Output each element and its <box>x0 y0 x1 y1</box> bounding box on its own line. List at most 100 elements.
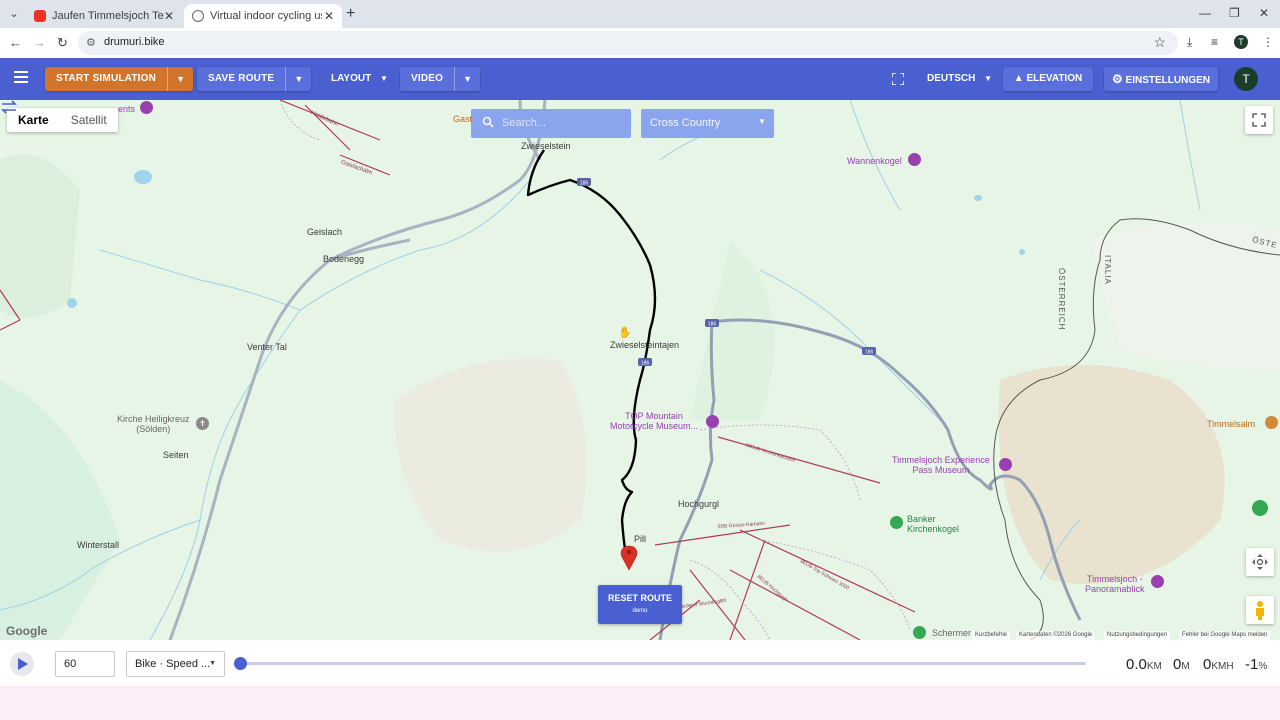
viewpoint-icon[interactable] <box>908 153 921 166</box>
map-search-input[interactable]: Search... <box>471 109 631 138</box>
browser-toolbar: ← → ↻ ⚙ drumuri.bike ☆ ⤓ ≡ T ⋮ <box>0 28 1280 58</box>
route-profile-select[interactable]: Cross Country ▼ <box>641 109 774 138</box>
chevron-down-icon: ▼ <box>758 117 766 126</box>
play-button[interactable] <box>10 652 34 676</box>
video-group: VIDEO ▼ <box>400 67 481 91</box>
search-icon <box>482 116 494 128</box>
route-profile-value: Cross Country <box>650 117 721 129</box>
menu-icon[interactable] <box>14 71 28 83</box>
save-route-group: SAVE ROUTE ▼ <box>197 67 312 91</box>
media-control-icon[interactable]: ≡ <box>1211 35 1218 49</box>
viewpoint-icon[interactable] <box>140 101 153 114</box>
video-button[interactable]: VIDEO <box>400 67 455 91</box>
forward-icon[interactable]: → <box>33 35 46 50</box>
address-bar[interactable]: ⚙ drumuri.bike ☆ <box>78 31 1178 55</box>
park-icon[interactable] <box>913 626 926 639</box>
download-icon[interactable]: ⤓ <box>1187 35 1192 50</box>
poi-label[interactable]: Timmelsjoch Experience Pass Museum <box>892 455 990 475</box>
poi-line: TOP Mountain <box>625 411 683 421</box>
browser-tabstrip: ⌄ Jaufen Timmelsjoch Teil 8 - You ✕ Virt… <box>0 0 1280 28</box>
pegman-button[interactable] <box>1246 596 1274 624</box>
close-tab-icon[interactable]: ✕ <box>324 9 334 23</box>
back-icon[interactable]: ← <box>9 35 22 50</box>
place-label: Zwieselsteintajen <box>610 340 680 350</box>
viewpoint-icon[interactable] <box>1151 575 1164 588</box>
globe-favicon-icon <box>192 10 204 22</box>
settings-button[interactable]: ⚙ EINSTELLUNGEN <box>1104 67 1218 91</box>
poi-line: Timmelsjoch Experience <box>892 455 990 465</box>
map-canvas[interactable]: 186 186 186 186 10EUB Kirchenkarbahn 6SB… <box>0 100 1280 640</box>
poi-label[interactable]: Timmelsalm <box>1207 419 1255 429</box>
reset-route-sub: demo <box>632 608 648 614</box>
mode-select[interactable]: Bike · Speed ... ▼ <box>126 651 225 677</box>
fullscreen-icon[interactable] <box>892 73 904 85</box>
new-tab-icon[interactable]: + <box>346 5 355 23</box>
compass-icon[interactable] <box>1252 500 1268 516</box>
search-placeholder: Search... <box>502 117 547 129</box>
poi-label[interactable]: TOP Mountain Motorcycle Museum... <box>610 411 698 431</box>
browser-tab-title: Jaufen Timmelsjoch Teil 8 - You <box>52 10 164 22</box>
report-error-link[interactable]: Fehler bei Google Maps melden <box>1179 631 1271 640</box>
save-route-button[interactable]: SAVE ROUTE <box>197 67 286 91</box>
museum-icon[interactable] <box>706 415 719 428</box>
terms-link[interactable]: Nutzungsbedingungen <box>1104 631 1171 640</box>
place-label: ents <box>118 104 136 114</box>
power-input[interactable]: 60 <box>55 651 115 677</box>
church-sub: (Sölden) <box>136 424 171 434</box>
poi-label[interactable]: Timmelsjoch - Panoramablick <box>1085 574 1145 594</box>
elevation-button[interactable]: ▲ ELEVATION <box>1003 67 1093 91</box>
layout-menu-button[interactable]: LAYOUT ▼ <box>331 67 388 91</box>
place-label: Zwieselstein <box>521 141 571 151</box>
poi-line: Pass Museum <box>912 465 970 475</box>
poi-label[interactable]: Banker Kirchenkogel <box>907 514 959 534</box>
place-label: Seiten <box>163 450 189 460</box>
browser-menu-icon[interactable]: ⋮ <box>1262 35 1274 49</box>
progress-slider-track[interactable] <box>241 662 1086 665</box>
place-label: Kirche Heiligkreuz (Sölden) <box>117 414 190 434</box>
place-label: Geislach <box>307 227 343 237</box>
start-simulation-group: START SIMULATION ▼ <box>45 67 194 91</box>
site-info-icon[interactable]: ⚙ <box>86 36 96 49</box>
grade-value: -1 <box>1245 656 1259 673</box>
reset-route-button[interactable]: RESET ROUTE demo <box>598 585 682 624</box>
tab-search-chevron-icon[interactable]: ⌄ <box>6 6 22 22</box>
reload-icon[interactable]: ↻ <box>57 35 68 51</box>
keyboard-shortcuts-link[interactable]: Kurzbefehle <box>972 631 1011 640</box>
browser-tab-youtube[interactable]: Jaufen Timmelsjoch Teil 8 - You ✕ <box>26 4 182 28</box>
save-route-dropdown-icon[interactable]: ▼ <box>285 67 312 91</box>
place-label: Hochgurgl <box>678 499 720 509</box>
bookmark-star-icon[interactable]: ☆ <box>1153 34 1166 51</box>
church-icon: ✝ <box>196 417 209 430</box>
start-simulation-dropdown-icon[interactable]: ▼ <box>167 67 194 91</box>
road-shield-label: 186 <box>580 181 589 187</box>
swap-arrows-icon[interactable] <box>0 100 18 114</box>
chevron-down-icon: ▼ <box>209 660 216 667</box>
language-menu-button[interactable]: DEUTSCH ▼ <box>927 67 992 91</box>
minimize-icon[interactable]: — <box>1199 6 1211 20</box>
border-label: ITALIA <box>1103 255 1112 285</box>
poi-line: Kirchenkogel <box>907 524 960 534</box>
road-shield-label: 186 <box>708 322 717 328</box>
elevation-unit: M <box>1181 661 1190 672</box>
restore-icon[interactable]: ❐ <box>1229 6 1240 20</box>
distance-value: 0.0 <box>1126 656 1147 673</box>
museum-icon[interactable] <box>999 458 1012 471</box>
poi-label[interactable]: Wannenkogel <box>847 156 902 166</box>
poi-line: Timmelsjoch - <box>1086 574 1143 584</box>
start-simulation-button[interactable]: START SIMULATION <box>45 67 168 91</box>
browser-profile-avatar[interactable]: T <box>1234 35 1248 49</box>
mode-value: Bike · Speed ... <box>135 658 211 670</box>
browser-tab-active[interactable]: Virtual indoor cycling using str ✕ <box>184 4 342 28</box>
road-shield-label: 186 <box>865 350 874 356</box>
map-camera-control[interactable] <box>1246 548 1274 576</box>
progress-slider-handle[interactable] <box>234 657 247 670</box>
map-type-satellit-button[interactable]: Satellit <box>60 108 118 132</box>
user-avatar[interactable]: T <box>1234 67 1258 91</box>
chevron-down-icon: ▼ <box>984 74 993 83</box>
video-dropdown-icon[interactable]: ▼ <box>454 67 481 91</box>
restaurant-icon[interactable] <box>1265 416 1278 429</box>
close-tab-icon[interactable]: ✕ <box>164 9 174 23</box>
park-icon[interactable] <box>890 516 903 529</box>
map-fullscreen-button[interactable] <box>1245 106 1273 134</box>
window-close-icon[interactable]: ✕ <box>1259 6 1269 20</box>
